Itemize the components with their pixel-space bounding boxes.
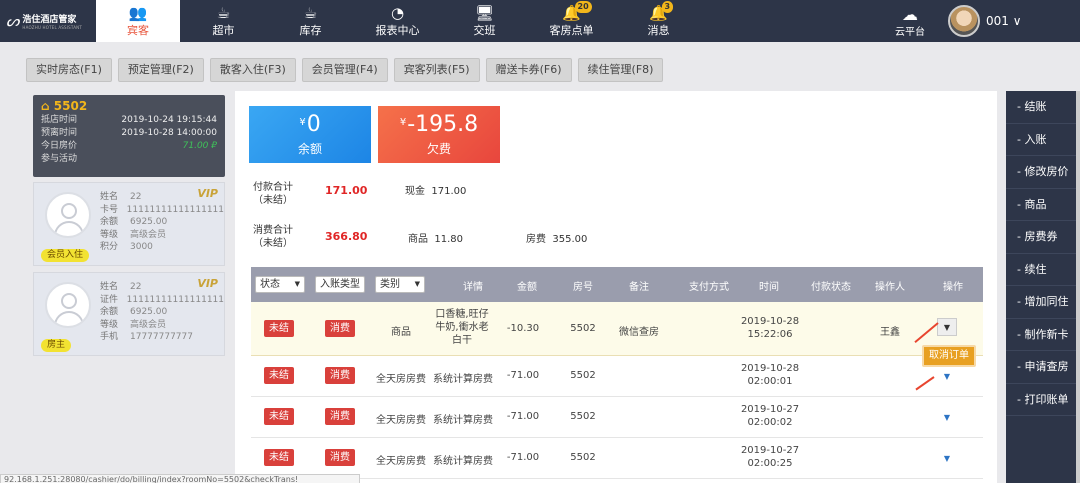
logo: ᔕ 浩住酒店管家 HAOZHU HOTEL ASSISTANT <box>0 0 96 42</box>
nav-reports[interactable]: ◔ 报表中心 <box>354 0 441 42</box>
logo-mark: ᔕ <box>6 12 20 30</box>
tab-vouchers[interactable]: 赠送卡券(F6) <box>485 58 572 82</box>
billing-panel: ¥0 余额 ¥-195.8 欠费 付款合计（未结） 171.00 现金 171.… <box>235 91 997 483</box>
menu-make-card[interactable]: - 制作新卡 <box>1006 319 1078 351</box>
nav-guests[interactable]: 👥 宾客 <box>96 0 180 42</box>
nav-label: 消息 <box>647 24 670 37</box>
menu-checkout[interactable]: - 结账 <box>1006 91 1078 124</box>
type-badge: 消费 <box>325 449 355 466</box>
pie-chart-icon: ◔ <box>390 4 405 22</box>
type-badge: 消费 <box>325 408 355 425</box>
cup-icon: ☕ <box>216 4 231 22</box>
status-url: 92.168.1.251:28080/cashier/do/billing/in… <box>0 474 360 483</box>
count-badge: 20 <box>574 1 592 13</box>
menu-post-entry[interactable]: - 入账 <box>1006 124 1078 156</box>
nav-label: 报表中心 <box>375 24 420 37</box>
type-badge: 消费 <box>325 367 355 384</box>
status-badge: 未结 <box>264 449 294 466</box>
tab-extend-stay[interactable]: 续住管理(F8) <box>577 58 664 82</box>
logo-subtitle: HAOZHU HOTEL ASSISTANT <box>22 25 83 30</box>
guests-icon: 👥 <box>128 4 148 22</box>
status-badge: 未结 <box>264 367 294 384</box>
category-filter[interactable]: 类别 ▼ <box>375 276 425 293</box>
table-header: 状态 ▼ 入账类型 类别 ▼ 详情 金额 房号 备注 支付方式 时间 付款状态 操作… <box>251 267 983 302</box>
row-action-dropdown[interactable]: ▼ <box>937 450 957 468</box>
row-action-dropdown[interactable]: ▼ <box>937 409 957 427</box>
tab-walk-in[interactable]: 散客入住(F3) <box>209 58 296 82</box>
nav-supermarket[interactable]: ☕ 超市 <box>180 0 267 42</box>
owed-card: ¥-195.8 欠费 <box>378 106 500 163</box>
nav-inventory[interactable]: ☕ 库存 <box>267 0 354 42</box>
balance-card: ¥0 余额 <box>249 106 371 163</box>
user-name: 001 ∨ <box>986 14 1022 28</box>
cloud-icon: ☁ <box>902 4 918 24</box>
menu-print-bill[interactable]: - 打印账单 <box>1006 384 1078 416</box>
menu-change-rate[interactable]: - 修改房价 <box>1006 156 1078 189</box>
cup-icon: ☕ <box>303 4 318 22</box>
logo-title: 浩住酒店管家 <box>22 15 77 25</box>
room-number: ⌂ 5502 <box>41 99 88 113</box>
action-menu: - 结账 - 入账 - 修改房价 - 商品 - 房费券 - 续住 - 增加同住 … <box>1006 91 1078 483</box>
consume-total: 366.80 <box>325 230 368 243</box>
guest-photo <box>45 282 91 328</box>
page-scrollbar[interactable] <box>1076 91 1080 483</box>
nav-messages[interactable]: 🔔 3 消息 <box>615 0 702 42</box>
nav-room-orders[interactable]: 🔔 20 客房点单 <box>528 0 615 42</box>
nav-label: 超市 <box>212 24 235 37</box>
cloud-platform-button[interactable]: ☁ 云平台 <box>880 0 940 42</box>
nav-label: 交班 <box>473 24 496 37</box>
payment-total: 171.00 <box>325 184 368 197</box>
table-row[interactable]: 未结 消费 全天房房费 系统计算房费 -71.00 5502 2019-10-2… <box>251 397 983 438</box>
count-badge: 3 <box>661 1 674 13</box>
table-row[interactable]: 未结 消费 商品 口香糖,旺仔牛奶,衝水老白干 -10.30 5502 微信查房… <box>251 302 983 356</box>
type-badge: 消费 <box>325 320 355 337</box>
monitor-icon: 🖥 <box>474 4 495 22</box>
nav-label: 客房点单 <box>549 24 594 37</box>
menu-extend-stay[interactable]: - 续住 <box>1006 254 1078 286</box>
menu-room-voucher[interactable]: - 房费券 <box>1006 221 1078 254</box>
menu-request-inspection[interactable]: - 申请查房 <box>1006 351 1078 384</box>
status-filter[interactable]: 状态 ▼ <box>255 276 305 293</box>
owed-label: 欠费 <box>426 142 451 156</box>
tab-guest-list[interactable]: 宾客列表(F5) <box>393 58 480 82</box>
status-badge: 未结 <box>264 408 294 425</box>
avatar <box>948 5 980 37</box>
tab-reservations[interactable]: 预定管理(F2) <box>117 58 204 82</box>
cloud-label: 云平台 <box>895 26 925 38</box>
nav-label: 库存 <box>299 24 322 37</box>
status-badge: 未结 <box>264 320 294 337</box>
menu-goods[interactable]: - 商品 <box>1006 189 1078 221</box>
row-action-dropdown[interactable]: ▼ <box>937 368 957 386</box>
tab-members[interactable]: 会员管理(F4) <box>301 58 388 82</box>
nav-label: 宾客 <box>127 24 149 37</box>
guest-tag: 房主 <box>41 339 72 352</box>
nav-shift[interactable]: 🖥 交班 <box>441 0 528 42</box>
balance-label: 余额 <box>297 142 322 156</box>
function-tabs: 实时房态(F1) 预定管理(F2) 散客入住(F3) 会员管理(F4) 宾客列表… <box>26 58 664 82</box>
row-action-dropdown[interactable]: ▼ <box>937 318 957 336</box>
tab-room-status[interactable]: 实时房态(F1) <box>26 58 112 82</box>
table-row[interactable]: 未结 消费 全天房房费 系统计算房费 -71.00 5502 2019-10-2… <box>251 356 983 397</box>
owed-amount: -195.8 <box>407 112 479 137</box>
guest-card[interactable]: 会员入住 VIP 姓名 22 卡号 11111111111111111 余额 6925… <box>33 182 225 266</box>
menu-add-cohabitant[interactable]: - 增加同住 <box>1006 286 1078 319</box>
user-menu[interactable]: 001 ∨ <box>940 0 1080 42</box>
guest-photo <box>45 192 91 238</box>
cancel-order-button[interactable]: 取消订单 <box>922 345 976 367</box>
entry-type-filter[interactable]: 入账类型 <box>315 276 365 293</box>
top-nav: ᔕ 浩住酒店管家 HAOZHU HOTEL ASSISTANT 👥 宾客 ☕ 超… <box>0 0 1080 42</box>
balance-amount: 0 <box>306 112 321 137</box>
table-row[interactable]: 未结 消费 全天房房费 系统计算房费 -71.00 5502 2019-10-2… <box>251 438 983 479</box>
guest-card[interactable]: 房主 VIP 姓名 22 证件 11111111111111111 余额 6925.0… <box>33 272 225 356</box>
home-icon: ⌂ <box>41 99 54 113</box>
guest-tag: 会员入住 <box>41 249 90 262</box>
room-card: ⌂ 5502 抵店时间 2019-10-24 19:15:44 预离时间 2019-… <box>33 95 225 177</box>
